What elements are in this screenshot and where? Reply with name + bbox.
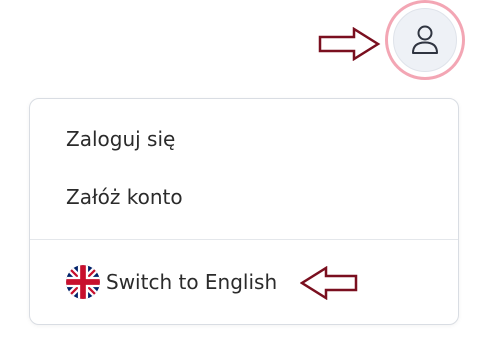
user-icon (412, 25, 438, 54)
login-menu-item[interactable]: Zaloguj się (66, 127, 175, 151)
switch-language-label: Switch to English (106, 270, 278, 294)
user-dropdown-menu: Zaloguj się Załóż konto Switch to Englis… (29, 98, 459, 325)
menu-divider (30, 239, 458, 240)
page: Zaloguj się Załóż konto Switch to Englis… (0, 0, 477, 337)
user-menu-button[interactable] (393, 8, 457, 72)
uk-flag-icon (66, 265, 100, 299)
annotation-arrow-left (300, 266, 358, 300)
register-menu-item[interactable]: Załóż konto (66, 185, 183, 209)
switch-language-menu-item[interactable]: Switch to English (66, 265, 277, 299)
annotation-arrow-right (318, 27, 381, 61)
